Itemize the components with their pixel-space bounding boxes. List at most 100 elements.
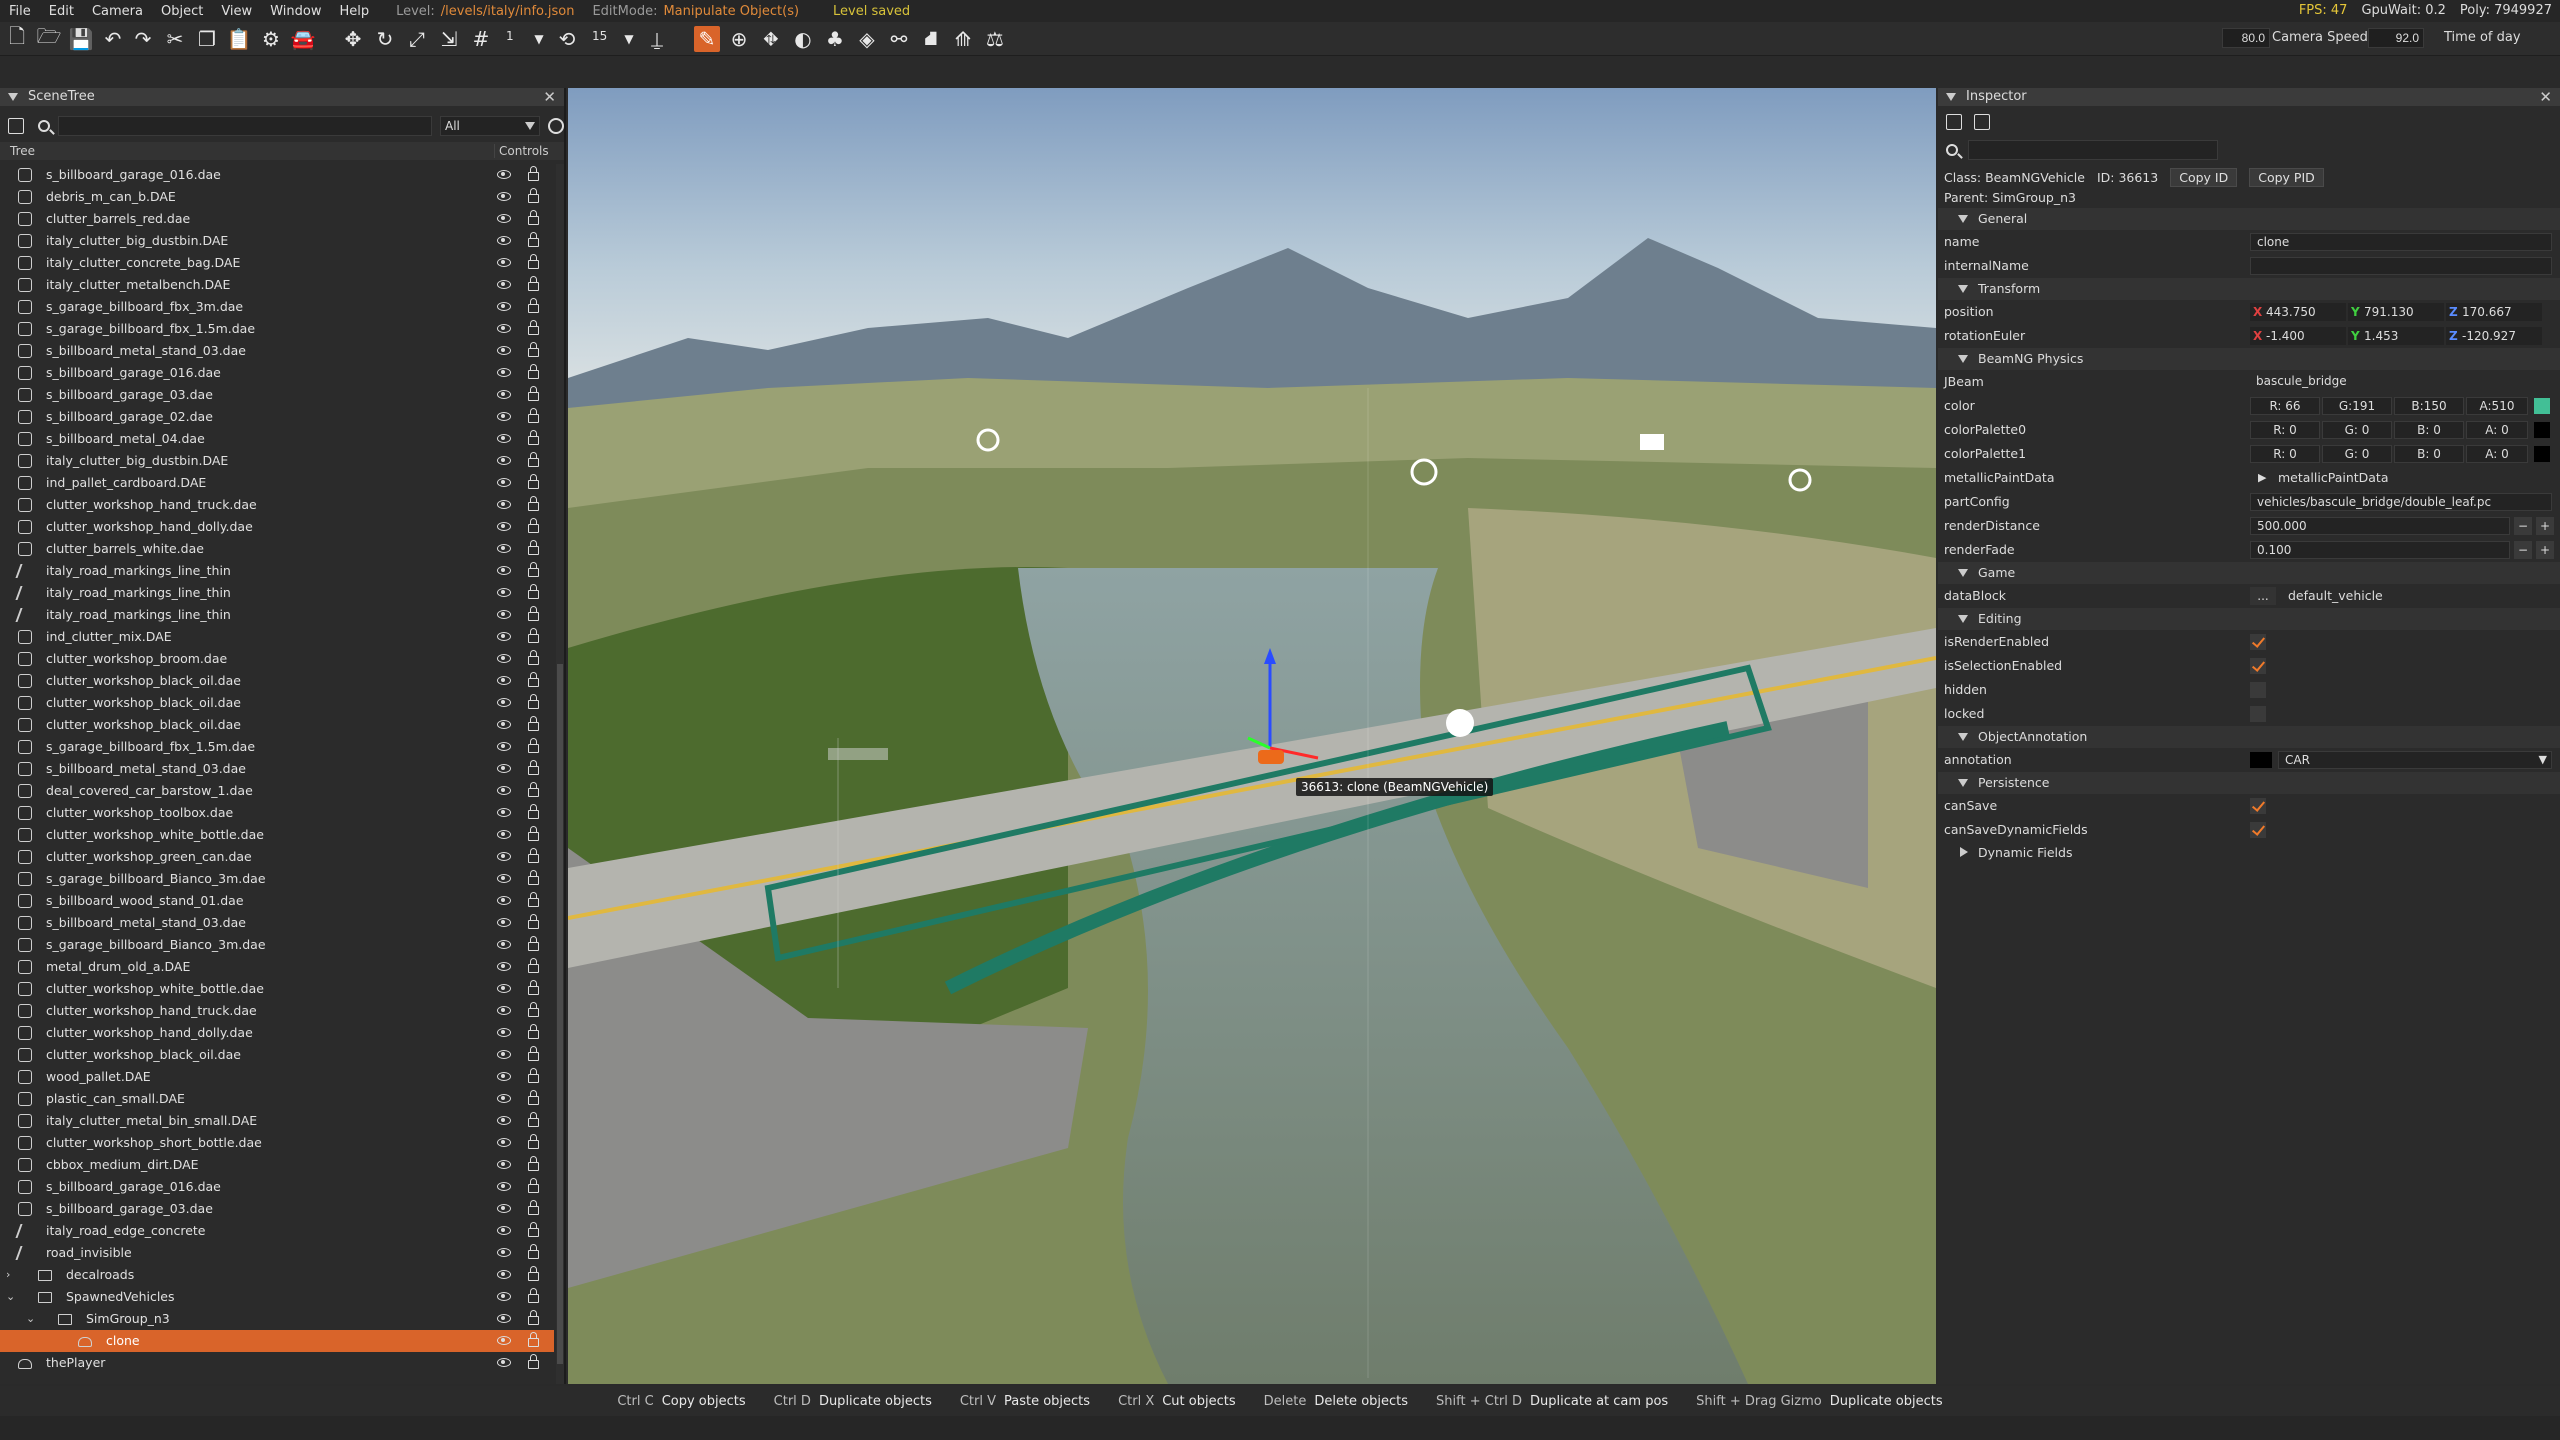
menu-object[interactable]: Object	[152, 4, 212, 19]
eye-icon[interactable]	[497, 522, 511, 531]
lock-icon[interactable]	[528, 1332, 539, 1347]
eye-icon[interactable]	[497, 478, 511, 487]
increment-button[interactable]: +	[2536, 541, 2554, 559]
pencil-edit-icon[interactable]: ✎	[694, 26, 720, 52]
tree-row[interactable]: ⌄ SpawnedVehicles	[0, 1286, 554, 1308]
cp1-r-field[interactable]: R: 0	[2250, 445, 2320, 463]
tree-row[interactable]: italy_road_edge_concrete	[0, 1220, 554, 1242]
lock-icon[interactable]	[528, 606, 539, 621]
position-z-field[interactable]: Z 170.667	[2446, 303, 2542, 321]
section-physics[interactable]: BeamNG Physics	[1938, 348, 2560, 370]
rotate-gizmo-icon[interactable]: ↻	[372, 26, 398, 52]
lock-icon[interactable]	[528, 1288, 539, 1303]
lock-icon[interactable]	[528, 430, 539, 445]
copy-pid-button[interactable]: Copy PID	[2249, 168, 2324, 187]
target-icon[interactable]	[548, 118, 564, 134]
eye-icon[interactable]	[497, 610, 511, 619]
river-tool-icon[interactable]: ⟰	[950, 26, 976, 52]
eye-icon[interactable]	[497, 1204, 511, 1213]
tree-row[interactable]: clone	[0, 1330, 554, 1352]
eye-icon[interactable]	[497, 390, 511, 399]
tree-row[interactable]: clutter_workshop_black_oil.dae	[0, 714, 554, 736]
tree-row[interactable]: clutter_workshop_hand_truck.dae	[0, 494, 554, 516]
cansave-checkbox[interactable]	[2250, 798, 2266, 814]
eye-icon[interactable]	[497, 1336, 511, 1345]
menu-camera[interactable]: Camera	[83, 4, 152, 19]
lock-icon[interactable]	[528, 1310, 539, 1325]
lock-icon[interactable]	[528, 848, 539, 863]
tree-row[interactable]: clutter_workshop_white_bottle.dae	[0, 978, 554, 1000]
isselectionenabled-checkbox[interactable]	[2250, 658, 2266, 674]
navmesh-icon[interactable]: ⚖	[982, 26, 1008, 52]
lock-icon[interactable]	[528, 1090, 539, 1105]
increment-button[interactable]: +	[2536, 517, 2554, 535]
tree-row[interactable]: s_billboard_wood_stand_01.dae	[0, 890, 554, 912]
position-y-field[interactable]: Y 791.130	[2348, 303, 2444, 321]
decrement-button[interactable]: −	[2514, 517, 2532, 535]
cansavedynamic-checkbox[interactable]	[2250, 822, 2266, 838]
layers-icon[interactable]: ◈	[854, 26, 880, 52]
lock-icon[interactable]	[528, 232, 539, 247]
eye-icon[interactable]	[497, 918, 511, 927]
tree-row[interactable]: italy_road_markings_line_thin	[0, 582, 554, 604]
undo-icon[interactable]: ↶	[100, 26, 126, 52]
close-icon[interactable]: ✕	[2539, 88, 2552, 106]
eye-icon[interactable]	[497, 1116, 511, 1125]
tree-row[interactable]: italy_road_markings_line_thin	[0, 560, 554, 582]
tree-row[interactable]: s_garage_billboard_fbx_1.5m.dae	[0, 318, 554, 340]
tree-row[interactable]: clutter_workshop_black_oil.dae	[0, 670, 554, 692]
collapse-icon[interactable]	[1946, 93, 1956, 101]
eye-icon[interactable]	[497, 412, 511, 421]
menu-window[interactable]: Window	[261, 4, 330, 19]
rotation-snap-icon[interactable]: ⟲	[554, 26, 580, 52]
tree-row[interactable]: s_billboard_garage_03.dae	[0, 384, 554, 406]
lock-icon[interactable]	[528, 518, 539, 533]
lock-icon[interactable]	[528, 892, 539, 907]
eye-icon[interactable]	[497, 698, 511, 707]
lock-icon[interactable]	[528, 452, 539, 467]
menu-help[interactable]: Help	[330, 4, 378, 19]
lock-icon[interactable]	[528, 474, 539, 489]
lock-icon[interactable]	[528, 210, 539, 225]
tree-row[interactable]: s_billboard_garage_016.dae	[0, 1176, 554, 1198]
lock-icon[interactable]	[528, 1112, 539, 1127]
tree-row[interactable]: s_billboard_metal_04.dae	[0, 428, 554, 450]
section-dynamicfields[interactable]: Dynamic Fields	[1938, 842, 2560, 864]
eye-icon[interactable]	[497, 764, 511, 773]
eye-icon[interactable]	[497, 236, 511, 245]
metallic-subtree[interactable]: metallicPaintData	[2278, 466, 2389, 490]
decal-road-icon[interactable]: ⛘	[918, 26, 944, 52]
tree-row[interactable]: thePlayer	[0, 1352, 554, 1374]
lock-icon[interactable]	[528, 1046, 539, 1061]
lock-icon[interactable]	[528, 254, 539, 269]
renderfade-field[interactable]: 0.100	[2250, 541, 2510, 559]
lock-icon[interactable]	[528, 342, 539, 357]
tree-row[interactable]: clutter_workshop_white_bottle.dae	[0, 824, 554, 846]
eye-icon[interactable]	[497, 940, 511, 949]
tree-row[interactable]: italy_clutter_big_dustbin.DAE	[0, 450, 554, 472]
tree-row[interactable]: clutter_workshop_hand_dolly.dae	[0, 516, 554, 538]
eye-icon[interactable]	[497, 1248, 511, 1257]
eye-icon[interactable]	[497, 632, 511, 641]
tree-row[interactable]: s_billboard_metal_stand_03.dae	[0, 340, 554, 362]
section-objectannotation[interactable]: ObjectAnnotation	[1938, 726, 2560, 748]
paste-icon[interactable]: 📋	[226, 26, 252, 52]
tree-row[interactable]: clutter_workshop_hand_truck.dae	[0, 1000, 554, 1022]
lock-icon[interactable]	[528, 1200, 539, 1215]
eye-icon[interactable]	[497, 302, 511, 311]
expander-icon[interactable]: ⌄	[26, 1308, 35, 1330]
section-editing[interactable]: Editing	[1938, 608, 2560, 630]
cut-icon[interactable]: ✂	[162, 26, 188, 52]
lock-icon[interactable]	[528, 276, 539, 291]
eye-icon[interactable]	[497, 434, 511, 443]
road-tool-icon[interactable]: ⛖	[758, 26, 784, 52]
tree-row[interactable]: s_billboard_garage_016.dae	[0, 164, 554, 186]
tree-row[interactable]: clutter_barrels_white.dae	[0, 538, 554, 560]
tree-row[interactable]: clutter_workshop_hand_dolly.dae	[0, 1022, 554, 1044]
annotation-select[interactable]: CAR ▼	[2278, 751, 2552, 769]
scenetree-titlebar[interactable]: SceneTree ✕	[0, 88, 564, 106]
eye-icon[interactable]	[497, 500, 511, 509]
tree-row[interactable]: clutter_workshop_black_oil.dae	[0, 1044, 554, 1066]
eye-icon[interactable]	[497, 368, 511, 377]
lock-icon[interactable]	[528, 716, 539, 731]
